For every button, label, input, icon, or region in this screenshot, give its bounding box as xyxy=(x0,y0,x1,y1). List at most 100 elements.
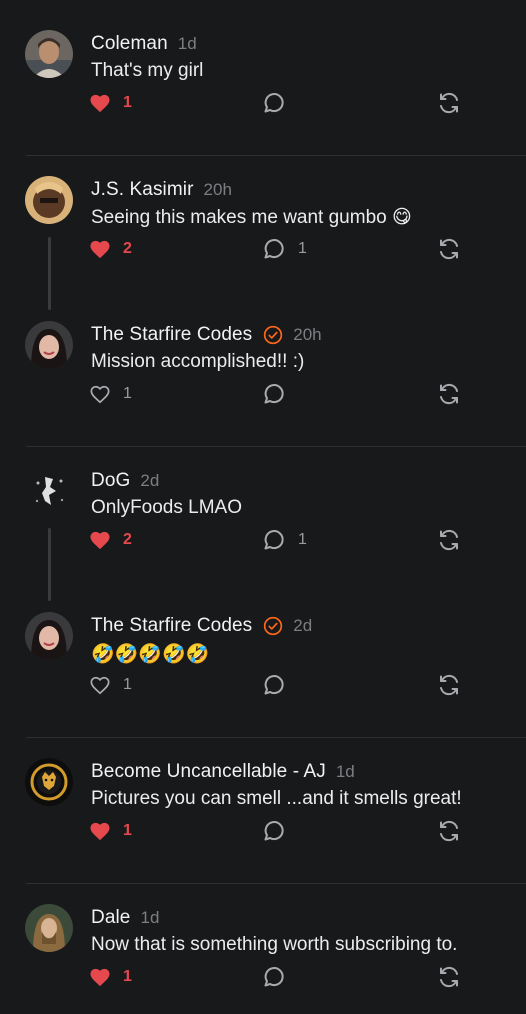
author-name[interactable]: The Starfire Codes xyxy=(91,324,252,346)
comment-thread: Coleman 1d That's my girl 1 J.S. Kasimir… xyxy=(0,0,526,1014)
comment-text: Pictures you can smell ...and it smells … xyxy=(91,788,462,809)
restack-icon xyxy=(440,92,458,114)
divider xyxy=(26,446,526,447)
comment-header: Become Uncancellable - AJ 1d xyxy=(91,760,355,784)
heart-filled-icon xyxy=(90,94,110,113)
heart-outline-icon xyxy=(90,676,110,695)
author-name[interactable]: Coleman xyxy=(91,33,168,55)
avatar[interactable] xyxy=(25,176,73,224)
comment-text: That's my girl xyxy=(91,60,204,81)
timestamp[interactable]: 1d xyxy=(140,908,159,928)
heart-filled-icon xyxy=(90,531,110,550)
comment-actions: 2 1 xyxy=(0,236,526,262)
comment-text: Mission accomplished!! :) xyxy=(91,351,305,372)
comment-actions: 1 xyxy=(0,964,526,990)
author-name[interactable]: Become Uncancellable - AJ xyxy=(91,761,326,783)
verified-badge-icon xyxy=(264,325,283,345)
avatar[interactable] xyxy=(25,467,73,515)
reply-button[interactable]: 1 xyxy=(262,236,307,262)
avatar[interactable] xyxy=(25,30,73,78)
comment-actions: 1 xyxy=(0,381,526,407)
author-name[interactable]: The Starfire Codes xyxy=(91,615,252,637)
restack-icon xyxy=(440,820,458,842)
restack-icon xyxy=(440,529,458,551)
like-button[interactable]: 1 xyxy=(89,381,132,407)
timestamp[interactable]: 20h xyxy=(204,180,232,200)
comment-actions: 1 xyxy=(0,672,526,698)
timestamp[interactable]: 1d xyxy=(336,762,355,782)
comment-actions: 2 1 xyxy=(0,527,526,553)
comment-header: Dale 1d xyxy=(91,906,159,930)
like-count: 1 xyxy=(123,385,132,402)
restack-icon xyxy=(440,383,458,405)
like-count: 1 xyxy=(123,676,132,693)
comment-text: OnlyFoods LMAO xyxy=(91,497,242,518)
reply-button[interactable] xyxy=(262,90,286,116)
restack-icon xyxy=(440,966,458,988)
timestamp[interactable]: 2d xyxy=(140,471,159,491)
comment-bubble-icon xyxy=(264,93,284,113)
like-button[interactable]: 2 xyxy=(89,527,132,553)
comment-actions: 1 xyxy=(0,90,526,116)
like-count: 1 xyxy=(123,94,132,111)
comment-actions: 1 xyxy=(0,818,526,844)
reply-button[interactable] xyxy=(262,672,286,698)
comment-header: The Starfire Codes 20h xyxy=(91,323,322,347)
comment-bubble-icon xyxy=(264,384,284,404)
comment-header: The Starfire Codes 2d xyxy=(91,614,312,638)
comment-text: 🤣🤣🤣🤣🤣 xyxy=(91,643,210,665)
heart-filled-icon xyxy=(90,822,110,841)
like-button[interactable]: 1 xyxy=(89,672,132,698)
timestamp[interactable]: 2d xyxy=(293,616,312,636)
comment-header: J.S. Kasimir 20h xyxy=(91,178,232,202)
reply-button[interactable] xyxy=(262,964,286,990)
comment-bubble-icon xyxy=(264,239,284,259)
reply-button[interactable] xyxy=(262,818,286,844)
restack-icon xyxy=(440,238,458,260)
reply-count: 1 xyxy=(298,240,307,257)
heart-filled-icon xyxy=(90,240,110,259)
heart-outline-icon xyxy=(90,385,110,404)
comment-text: Seeing this makes me want gumbo 😋 xyxy=(91,207,412,228)
divider xyxy=(26,155,526,156)
comment-bubble-icon xyxy=(264,821,284,841)
restack-icon xyxy=(440,674,458,696)
avatar[interactable] xyxy=(25,758,73,806)
avatar[interactable] xyxy=(25,321,73,369)
timestamp[interactable]: 1d xyxy=(178,34,197,54)
avatar[interactable] xyxy=(25,612,73,660)
verified-badge-icon xyxy=(264,616,283,636)
restack-button[interactable] xyxy=(437,236,461,262)
comment-header: DoG 2d xyxy=(91,469,159,493)
like-button[interactable]: 1 xyxy=(89,90,132,116)
like-button[interactable]: 1 xyxy=(89,964,132,990)
like-count: 1 xyxy=(123,822,132,839)
restack-button[interactable] xyxy=(437,381,461,407)
reply-button[interactable]: 1 xyxy=(262,527,307,553)
heart-filled-icon xyxy=(90,968,110,987)
comment-bubble-icon xyxy=(264,967,284,987)
avatar[interactable] xyxy=(25,904,73,952)
restack-button[interactable] xyxy=(437,964,461,990)
comment-header: Coleman 1d xyxy=(91,32,197,56)
author-name[interactable]: DoG xyxy=(91,470,130,492)
divider xyxy=(26,883,526,884)
divider xyxy=(26,737,526,738)
like-button[interactable]: 2 xyxy=(89,236,132,262)
author-name[interactable]: Dale xyxy=(91,907,130,929)
timestamp[interactable]: 20h xyxy=(293,325,321,345)
restack-button[interactable] xyxy=(437,818,461,844)
reply-button[interactable] xyxy=(262,381,286,407)
like-count: 2 xyxy=(123,240,132,257)
reply-count: 1 xyxy=(298,531,307,548)
comment-bubble-icon xyxy=(264,530,284,550)
comment-bubble-icon xyxy=(264,675,284,695)
like-button[interactable]: 1 xyxy=(89,818,132,844)
like-count: 2 xyxy=(123,531,132,548)
comment-text: Now that is something worth subscribing … xyxy=(91,934,458,955)
restack-button[interactable] xyxy=(437,527,461,553)
restack-button[interactable] xyxy=(437,90,461,116)
restack-button[interactable] xyxy=(437,672,461,698)
like-count: 1 xyxy=(123,968,132,985)
author-name[interactable]: J.S. Kasimir xyxy=(91,179,194,201)
